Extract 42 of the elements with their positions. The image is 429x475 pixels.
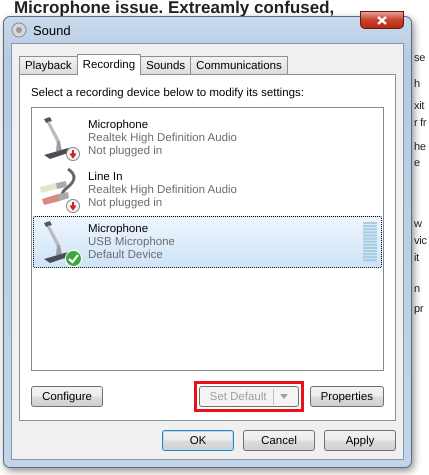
device-status: Not plugged in <box>88 196 164 210</box>
device-status: Default Device <box>88 248 164 262</box>
device-driver: Realtek High Definition Audio <box>88 184 238 196</box>
page-text: xit <box>414 99 424 114</box>
window-title: Sound <box>33 22 72 38</box>
tab[interactable]: Recording <box>76 54 142 75</box>
page-text: n <box>414 282 420 297</box>
check-icon <box>65 250 82 267</box>
properties-button[interactable]: Properties <box>310 386 384 407</box>
device-name: Microphone <box>88 118 150 132</box>
unplugged-icon <box>66 199 80 213</box>
dialog-button[interactable]: OK <box>162 430 234 451</box>
close-icon <box>377 16 387 24</box>
device-name: Line In <box>88 170 124 184</box>
page-text: r fr <box>414 116 426 131</box>
configure-button[interactable]: Configure <box>31 386 103 407</box>
speaker-icon <box>11 22 27 38</box>
caret-icon <box>280 394 288 399</box>
device-row[interactable]: Microphone USB Microphone Default Device <box>33 216 382 268</box>
tab[interactable]: Communications <box>190 56 288 74</box>
device-status: Not plugged in <box>88 144 164 158</box>
tab[interactable]: Playback <box>19 56 78 74</box>
page-text: se <box>414 51 426 66</box>
device-row[interactable]: Line In Realtek High Definition Audio Not plugged in <box>33 164 382 216</box>
page-text: e <box>414 156 420 171</box>
device-driver: USB Microphone <box>88 236 176 248</box>
device-name: Microphone <box>88 222 150 236</box>
page-text: vic <box>414 234 427 249</box>
dialog-button[interactable]: Apply <box>324 430 396 451</box>
device-driver: Realtek High Definition Audio <box>88 132 238 144</box>
page-text: he <box>414 140 426 155</box>
dialog-button[interactable]: Cancel <box>243 430 315 451</box>
page-text: it <box>414 251 419 266</box>
page-text: pr <box>414 302 424 317</box>
instruction-text: Select a recording device below to modify its settings: <box>31 87 305 99</box>
close-button[interactable] <box>360 11 404 29</box>
page-text: h <box>414 77 420 92</box>
tab[interactable]: Sounds <box>140 56 192 74</box>
device-row[interactable]: Microphone Realtek High Definition Audio Not plugged in <box>33 112 382 164</box>
unplugged-icon <box>66 147 80 161</box>
level-meter-icon <box>363 222 377 262</box>
page-text: w <box>414 217 422 232</box>
